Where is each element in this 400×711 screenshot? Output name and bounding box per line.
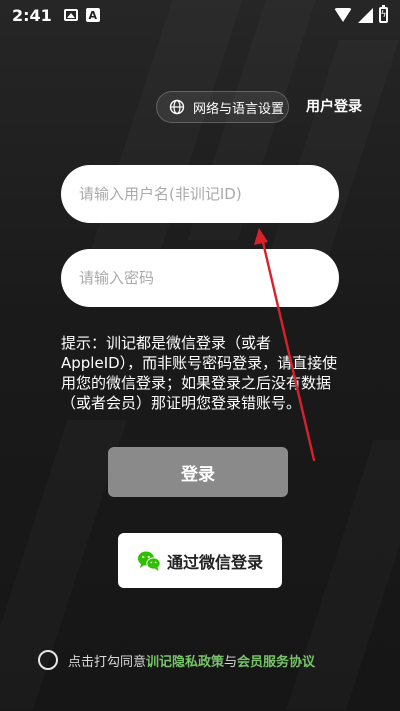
image-icon: [63, 9, 78, 21]
app-notification-icon: A: [85, 8, 100, 22]
status-bar: 2:41 A ϟ: [0, 0, 400, 30]
agreement-prefix: 点击打勾同意: [68, 654, 147, 670]
signal-icon: [358, 7, 373, 23]
wechat-login-label: 通过微信登录: [166, 552, 263, 572]
wechat-icon: [137, 551, 161, 571]
agreement-and: 与: [224, 654, 238, 670]
member-service-agreement-link[interactable]: 会员服务协议: [237, 651, 315, 670]
privacy-policy-link[interactable]: 训记隐私政策: [146, 651, 224, 670]
login-button[interactable]: 登录: [108, 447, 288, 497]
battery-charging-icon: ϟ: [379, 5, 388, 23]
user-login-tab[interactable]: 用户登录: [306, 96, 362, 116]
password-input[interactable]: [61, 249, 339, 307]
network-language-settings-button[interactable]: 网络与语言设置: [156, 91, 289, 123]
username-input[interactable]: [61, 165, 339, 223]
network-language-label: 网络与语言设置: [193, 101, 285, 117]
wechat-login-button[interactable]: 通过微信登录: [118, 533, 282, 588]
agreement-checkbox[interactable]: [38, 650, 58, 670]
wifi-icon: [334, 8, 352, 22]
agreement-row: 点击打勾同意 训记隐私政策 与 会员服务协议: [38, 650, 315, 670]
login-hint-text: 提示：训记都是微信登录（或者AppleID），而非账号密码登录，请直接使用您的微…: [61, 334, 338, 412]
globe-icon: [169, 99, 185, 115]
status-time: 2:41: [12, 5, 52, 25]
